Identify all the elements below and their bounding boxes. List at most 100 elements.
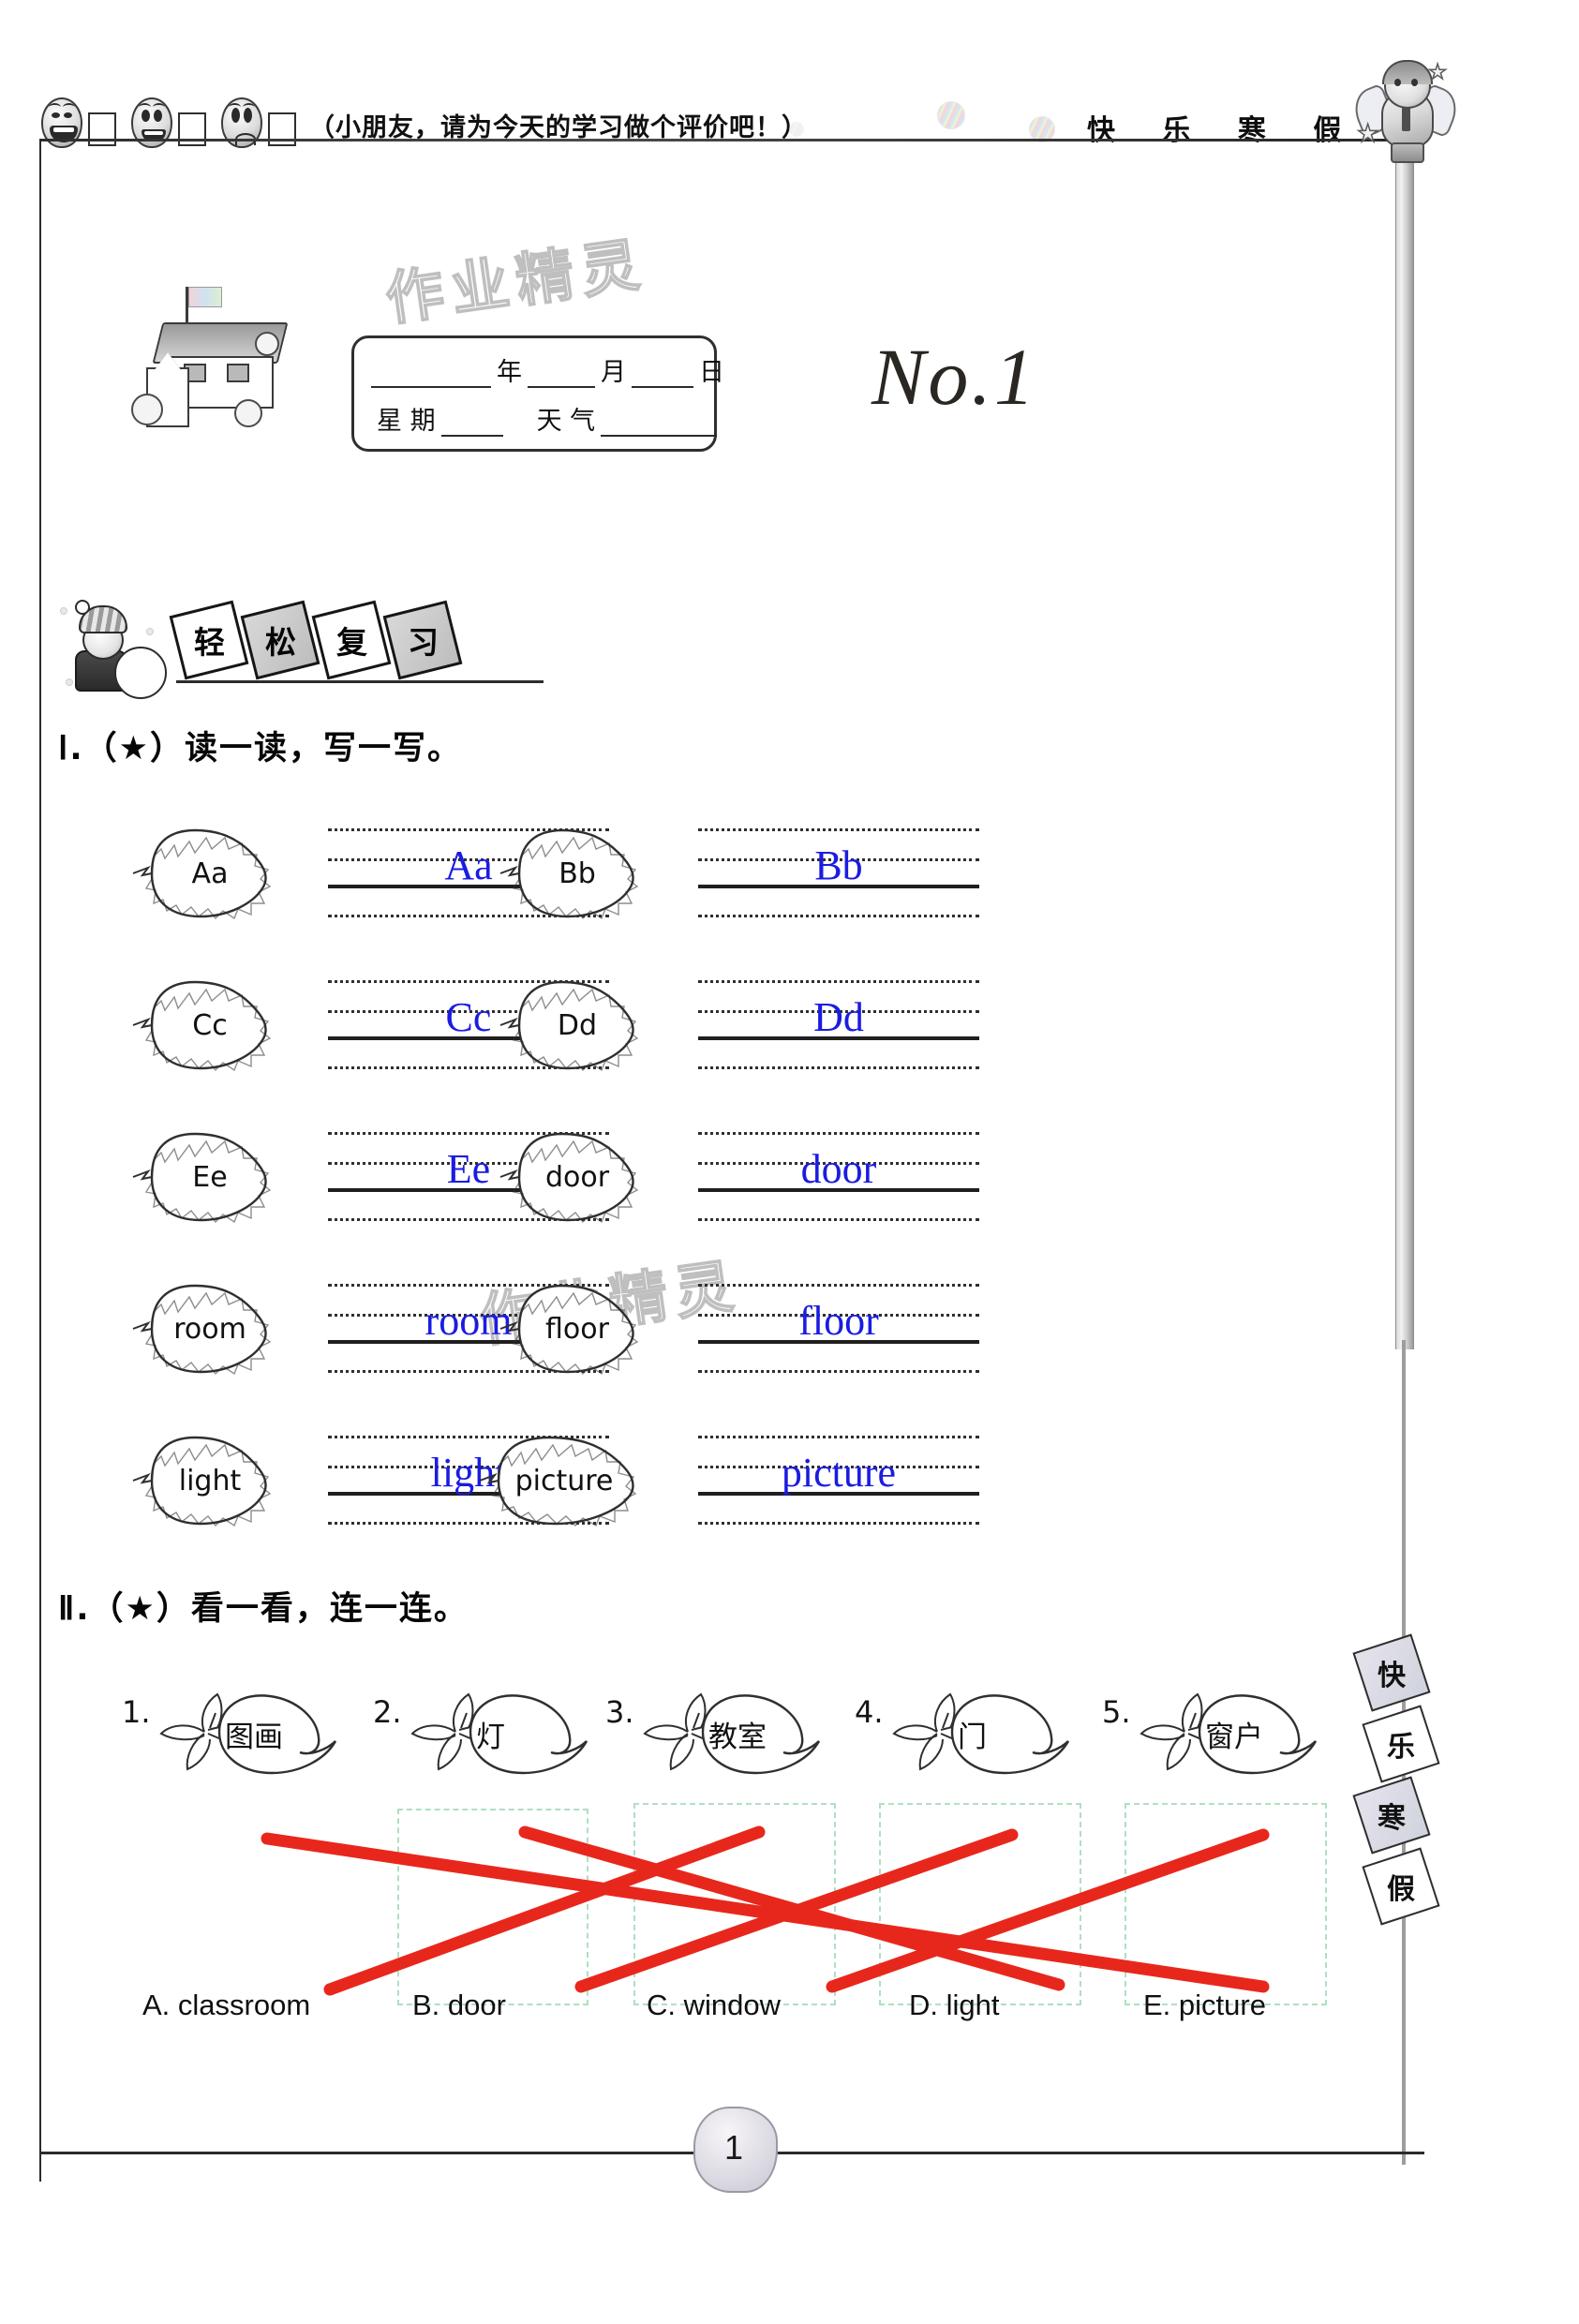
writing-lines-5[interactable]: door: [698, 1128, 979, 1228]
answer-3: Dd: [813, 994, 864, 1040]
snowboy-icon: [56, 600, 169, 699]
day-label: 日: [699, 358, 724, 387]
writing-lines-9[interactable]: picture: [698, 1432, 979, 1531]
decorative-pole: [1395, 159, 1414, 1349]
side-diamond-3: 假: [1362, 1847, 1440, 1926]
leaf-icon-7: floor: [487, 1280, 645, 1378]
item-word-0: 图画: [225, 1720, 283, 1754]
answer-5: door: [800, 1146, 877, 1192]
option-B: B. door: [412, 1989, 506, 2021]
date-card: 年 月 日 星 期 天 气: [351, 335, 724, 452]
item-word-3: 门: [958, 1720, 987, 1754]
workbook-page: （小朋友，请为今天的学习做个评价吧！） 快 乐 寒 假 ★ ★ 快 乐 寒 假 …: [0, 0, 1579, 2324]
exercise-2-heading: Ⅱ.（★）看一看，连一连。: [58, 1582, 469, 1630]
side-diamond-1: 乐: [1362, 1705, 1440, 1783]
weather-input[interactable]: [601, 414, 718, 437]
answer-box-0: [397, 1809, 588, 2005]
option-D: D. light: [909, 1989, 1000, 2021]
smiling-face-icon: [131, 97, 174, 150]
writing-lines-3[interactable]: Dd: [698, 976, 979, 1076]
answer-9: picture: [781, 1450, 897, 1496]
item-word-2: 教室: [708, 1720, 767, 1754]
radish-icon-3: 门: [885, 1683, 1072, 1786]
leaf-icon-5: door: [487, 1128, 645, 1226]
answer-box-1: [633, 1803, 836, 2005]
leaf-label-4: Ee: [192, 1160, 228, 1194]
option-C: C. window: [647, 1989, 781, 2021]
page-frame-left: [39, 139, 41, 2182]
item-number-4: 5.: [1102, 1694, 1131, 1730]
banner-rule: [176, 680, 544, 683]
side-diamond-2: 寒: [1352, 1776, 1431, 1855]
radish-icon-4: 窗户: [1132, 1683, 1319, 1786]
watermark-top: 作业精灵: [380, 229, 651, 335]
exercise-1-numeral: Ⅰ: [58, 730, 70, 767]
exercise-2-numeral: Ⅱ: [58, 1590, 77, 1627]
item-number-0: 1.: [122, 1694, 151, 1730]
radish-icon-2: 教室: [635, 1683, 823, 1786]
confetti-dot: [937, 101, 965, 129]
radish-icon-0: 图画: [152, 1683, 339, 1786]
leaf-label-2: Cc: [192, 1008, 228, 1042]
exercise-2-text: .（★）看一看，连一连。: [76, 1590, 469, 1628]
item-word-4: 窗户: [1205, 1720, 1263, 1754]
leaf-label-3: Dd: [557, 1008, 598, 1042]
day-input[interactable]: [632, 365, 693, 388]
schoolhouse-icon: [124, 281, 302, 431]
banner-diamond-2: 复: [311, 600, 392, 680]
item-number-3: 4.: [855, 1694, 884, 1730]
side-diamond-char: 寒: [1378, 1802, 1406, 1835]
leaf-icon-0: Aa: [120, 825, 277, 922]
month-label: 月: [601, 358, 626, 387]
page-header: （小朋友，请为今天的学习做个评价吧！） 快 乐 寒 假: [0, 43, 1579, 148]
exercise-1-text: .（★）读一读，写一写。: [69, 730, 463, 767]
leaf-icon-4: Ee: [120, 1128, 277, 1226]
banner-char: 习: [407, 624, 439, 661]
banner-char: 松: [264, 624, 296, 661]
footer-rule-left: [39, 2152, 705, 2154]
answer-7: floor: [798, 1298, 879, 1344]
fairy-icon: ★ ★: [1348, 58, 1464, 171]
leaf-icon-6: room: [120, 1280, 277, 1378]
banner-diamond-3: 习: [382, 600, 463, 680]
leaf-icon-8: light: [120, 1432, 277, 1529]
weekday-input[interactable]: [440, 414, 503, 437]
banner-char: 复: [335, 624, 367, 661]
option-E: E. picture: [1143, 1989, 1266, 2021]
answer-box-2: [879, 1803, 1081, 2005]
item-number-1: 2.: [373, 1694, 402, 1730]
section-banner: 轻 松 复 习: [56, 590, 544, 699]
weekday-label: 星 期: [377, 407, 436, 436]
year-label: 年: [497, 358, 522, 387]
side-diamond-char: 快: [1378, 1660, 1406, 1692]
year-input[interactable]: [371, 365, 491, 388]
side-diamond-0: 快: [1352, 1633, 1431, 1712]
leaf-label-1: Bb: [559, 857, 596, 890]
banner-char: 轻: [193, 624, 225, 661]
leaf-label-5: door: [544, 1160, 610, 1194]
header-rule: [39, 139, 1424, 142]
leaf-icon-9: picture: [467, 1432, 645, 1529]
lesson-number: No.1: [871, 332, 1037, 422]
side-diamond-char: 乐: [1387, 1731, 1415, 1764]
leaf-label-6: room: [173, 1312, 246, 1346]
page-number: 1: [723, 2128, 744, 2167]
book-title: 快 乐 寒 假: [1087, 114, 1361, 147]
answer-box-3: [1125, 1803, 1327, 2005]
leaf-icon-2: Cc: [120, 976, 277, 1074]
exercise-1-heading: Ⅰ.（★）读一读，写一写。: [58, 722, 462, 769]
month-input[interactable]: [528, 365, 595, 388]
banner-diamond-1: 松: [240, 600, 320, 680]
leaf-label-7: floor: [545, 1312, 609, 1346]
laughing-face-icon: [41, 97, 84, 150]
weather-label: 天 气: [536, 407, 596, 436]
leaf-label-8: light: [178, 1464, 242, 1497]
writing-lines-7[interactable]: floor: [698, 1280, 979, 1379]
writing-lines-1[interactable]: Bb: [698, 825, 979, 924]
answer-1: Bb: [814, 842, 863, 888]
sad-face-icon: [221, 97, 264, 150]
banner-diamond-0: 轻: [169, 600, 249, 680]
footer-rule-right: [768, 2152, 1424, 2154]
leaf-icon-3: Dd: [487, 976, 645, 1074]
leaf-label-0: Aa: [191, 857, 229, 890]
